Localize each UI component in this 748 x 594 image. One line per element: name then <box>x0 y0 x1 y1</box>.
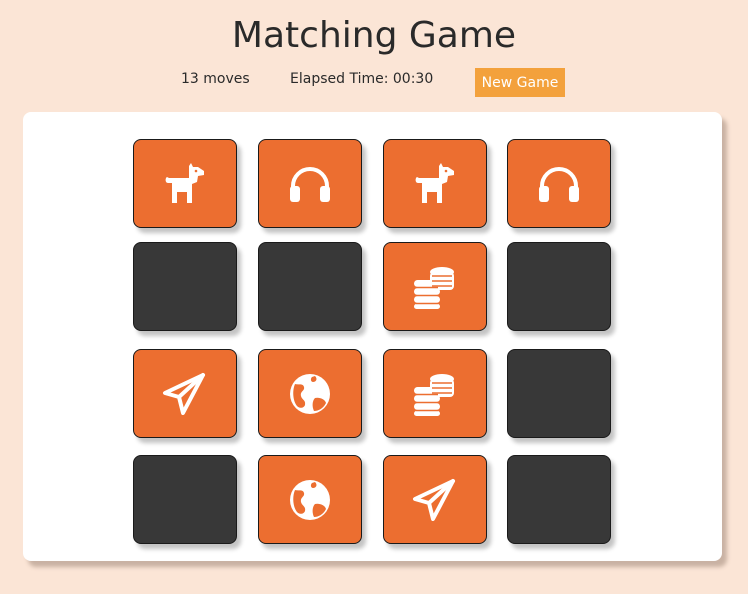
score-panel: 13 moves Elapsed Time: 00:30 New Game <box>0 68 748 98</box>
dog-icon <box>412 162 458 205</box>
card-r2-c2[interactable] <box>258 242 362 331</box>
dog-icon <box>162 162 208 205</box>
card-r3-c1[interactable] <box>133 349 237 438</box>
headphones-icon <box>287 164 333 204</box>
game-board <box>23 112 722 561</box>
paper-plane-icon <box>161 371 209 417</box>
card-r1-c3[interactable] <box>383 139 487 228</box>
page-title: Matching Game <box>231 15 517 56</box>
card-r1-c2[interactable] <box>258 139 362 228</box>
card-r1-c1[interactable] <box>133 139 237 228</box>
card-r1-c4[interactable] <box>507 139 611 228</box>
card-r4-c4[interactable] <box>507 455 611 544</box>
globe-icon <box>289 479 331 521</box>
elapsed-timer: Elapsed Time: 00:30 <box>290 71 434 87</box>
headphones-icon <box>536 164 582 204</box>
card-r2-c4[interactable] <box>507 242 611 331</box>
coins-icon <box>412 265 458 309</box>
new-game-button[interactable]: New Game <box>475 68 565 97</box>
card-r3-c3[interactable] <box>383 349 487 438</box>
card-r4-c1[interactable] <box>133 455 237 544</box>
paper-plane-icon <box>411 477 459 523</box>
move-counter: 13 moves <box>181 71 250 87</box>
card-r2-c1[interactable] <box>133 242 237 331</box>
card-r3-c2[interactable] <box>258 349 362 438</box>
card-r4-c3[interactable] <box>383 455 487 544</box>
card-r4-c2[interactable] <box>258 455 362 544</box>
coins-icon <box>412 372 458 416</box>
card-r2-c3[interactable] <box>383 242 487 331</box>
card-r3-c4[interactable] <box>507 349 611 438</box>
globe-icon <box>289 373 331 415</box>
